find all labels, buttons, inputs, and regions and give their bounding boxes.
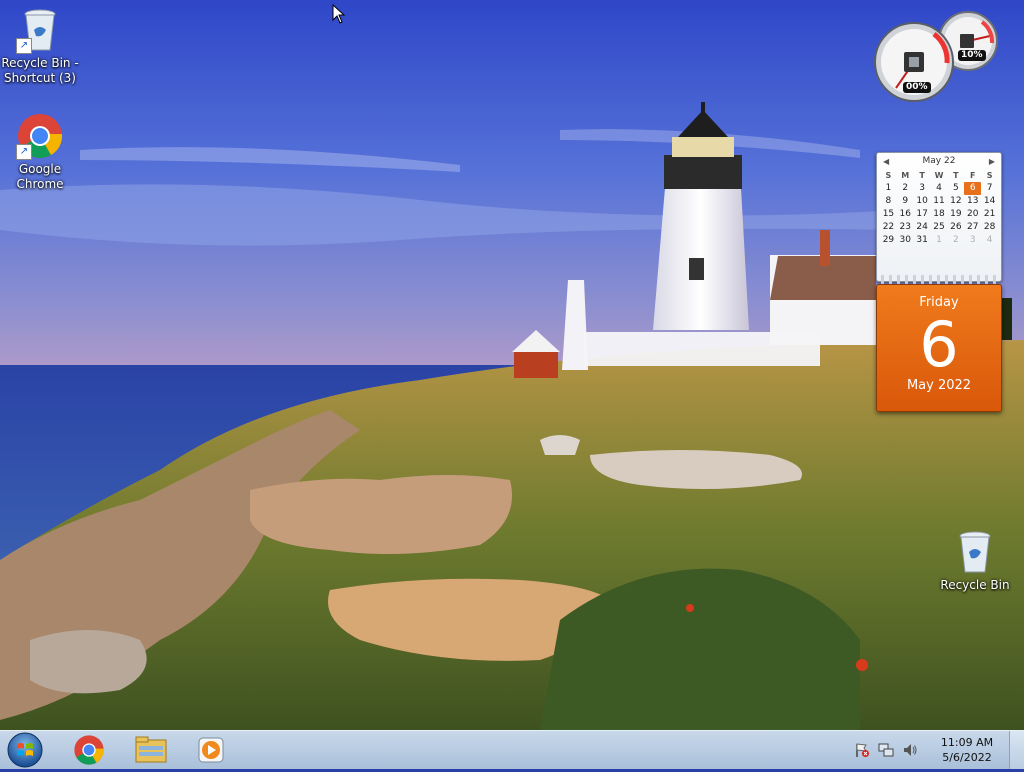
calendar-day-cell[interactable]: 14 — [981, 195, 998, 208]
calendar-day-cell[interactable]: 7 — [981, 182, 998, 195]
calendar-day-cell[interactable]: 3 — [914, 182, 931, 195]
calendar-day-cell[interactable]: 30 — [897, 234, 914, 247]
calendar-weekday-header: T — [919, 171, 925, 180]
calendar-day-cell[interactable]: 15 — [880, 208, 897, 221]
clock-date: 5/6/2022 — [942, 751, 992, 764]
calendar-day-cell[interactable]: 6 — [964, 182, 982, 195]
action-center-flag-icon[interactable] — [854, 742, 870, 758]
taskbar-file-explorer-button[interactable] — [124, 733, 178, 767]
file-explorer-icon — [135, 736, 167, 763]
chrome-icon — [74, 735, 104, 765]
calendar-header: ◀ May 22 ▶ — [877, 153, 1001, 169]
calendar-weekday-header: M — [901, 171, 910, 180]
calendar-gadget-month[interactable]: ◀ May 22 ▶ S M T W T F S 1 2 3 4 5 6 7 8 9 10 11 12 13 14 15 1… — [876, 152, 1002, 282]
calendar-day-cell[interactable]: 27 — [964, 221, 981, 234]
cpu-usage-readout: 00% — [903, 82, 931, 93]
calendar-day-cell[interactable]: 3 — [964, 234, 981, 247]
calendar-day-cell[interactable]: 26 — [947, 221, 964, 234]
desktop-icon-google-chrome[interactable]: ↗ Google Chrome — [0, 112, 80, 192]
recycle-bin-icon — [951, 528, 999, 576]
taskbar-chrome-button[interactable] — [62, 733, 116, 767]
calendar-day-cell[interactable]: 24 — [914, 221, 931, 234]
desktop-icon-recycle-bin-shortcut[interactable]: ↗ Recycle Bin - Shortcut (3) — [0, 6, 80, 86]
desktop-icon-label: Google Chrome — [16, 162, 64, 191]
shortcut-arrow-icon: ↗ — [16, 144, 32, 160]
calendar-day-cell[interactable]: 12 — [947, 195, 964, 208]
calendar-month-year: May 2022 — [906, 378, 972, 393]
calendar-day-cell[interactable]: 9 — [897, 195, 914, 208]
windows-start-orb-icon — [7, 732, 43, 768]
taskbar-clock[interactable]: 11:09 AM 5/6/2022 — [932, 735, 1002, 765]
calendar-day-cell[interactable]: 11 — [931, 195, 948, 208]
memory-usage-readout: 10% — [958, 50, 986, 61]
desktop-icon-label: Recycle Bin - Shortcut (3) — [1, 56, 79, 85]
next-month-arrow-icon[interactable]: ▶ — [989, 157, 995, 166]
calendar-day-cell[interactable]: 4 — [981, 234, 998, 247]
calendar-day-cell[interactable]: 1 — [931, 234, 948, 247]
desktop-icon-label: Recycle Bin — [940, 578, 1010, 592]
calendar-day-cell[interactable]: 8 — [880, 195, 897, 208]
calendar-day-cell[interactable]: 23 — [897, 221, 914, 234]
calendar-gadget-day[interactable]: Friday 6 May 2022 — [876, 284, 1002, 412]
taskbar: 11:09 AM 5/6/2022 — [0, 730, 1024, 769]
calendar-day-cell[interactable]: 20 — [964, 208, 981, 221]
calendar-day-cell[interactable]: 4 — [931, 182, 948, 195]
calendar-weekday-header: T — [953, 171, 959, 180]
chrome-icon: ↗ — [16, 112, 64, 160]
calendar-day-cell[interactable]: 17 — [914, 208, 931, 221]
calendar-day-cell[interactable]: 31 — [914, 234, 931, 247]
calendar-day-number: 6 — [919, 308, 959, 381]
calendar-day-grid: S M T W T F S 1 2 3 4 5 6 7 8 9 10 11 12 13 14 15 16 17 18 19 20 21… — [877, 169, 1001, 247]
calendar-day-cell[interactable]: 28 — [981, 221, 998, 234]
calendar-weekday-header: F — [969, 171, 976, 180]
system-tray: 11:09 AM 5/6/2022 — [850, 731, 1002, 769]
show-desktop-button[interactable] — [1009, 731, 1024, 769]
calendar-day-cell[interactable]: 18 — [931, 208, 948, 221]
shortcut-arrow-icon: ↗ — [16, 38, 32, 54]
calendar-day-cell[interactable]: 1 — [880, 182, 897, 195]
calendar-day-cell[interactable]: 5 — [947, 182, 964, 195]
calendar-weekday-header: W — [934, 171, 944, 180]
recycle-bin-icon: ↗ — [16, 6, 64, 54]
calendar-day-cell[interactable]: 2 — [947, 234, 964, 247]
calendar-day-cell[interactable]: 13 — [964, 195, 981, 208]
calendar-day-cell[interactable]: 16 — [897, 208, 914, 221]
desktop-icon-recycle-bin[interactable]: Recycle Bin — [935, 528, 1015, 593]
taskbar-media-player-button[interactable] — [184, 733, 238, 767]
cpu-meter-gadget[interactable]: 00% 10% — [872, 8, 1002, 103]
mouse-pointer-icon — [332, 3, 346, 28]
clock-time: 11:09 AM — [940, 736, 994, 749]
media-player-icon — [198, 737, 224, 763]
calendar-weekday-header: S — [885, 171, 892, 180]
volume-icon[interactable] — [902, 742, 918, 758]
calendar-weekday-header: S — [986, 171, 993, 180]
network-icon[interactable] — [878, 742, 894, 758]
calendar-day-cell[interactable]: 25 — [931, 221, 948, 234]
desktop-wallpaper — [0, 0, 1024, 730]
calendar-day-cell[interactable]: 22 — [880, 221, 897, 234]
calendar-month-title: May 22 — [922, 156, 956, 166]
calendar-day-cell[interactable]: 19 — [947, 208, 964, 221]
previous-month-arrow-icon[interactable]: ◀ — [883, 157, 889, 166]
start-button[interactable] — [6, 732, 44, 768]
calendar-day-cell[interactable]: 21 — [981, 208, 998, 221]
calendar-day-cell[interactable]: 29 — [880, 234, 897, 247]
calendar-day-cell[interactable]: 2 — [897, 182, 914, 195]
calendar-day-cell[interactable]: 10 — [914, 195, 931, 208]
